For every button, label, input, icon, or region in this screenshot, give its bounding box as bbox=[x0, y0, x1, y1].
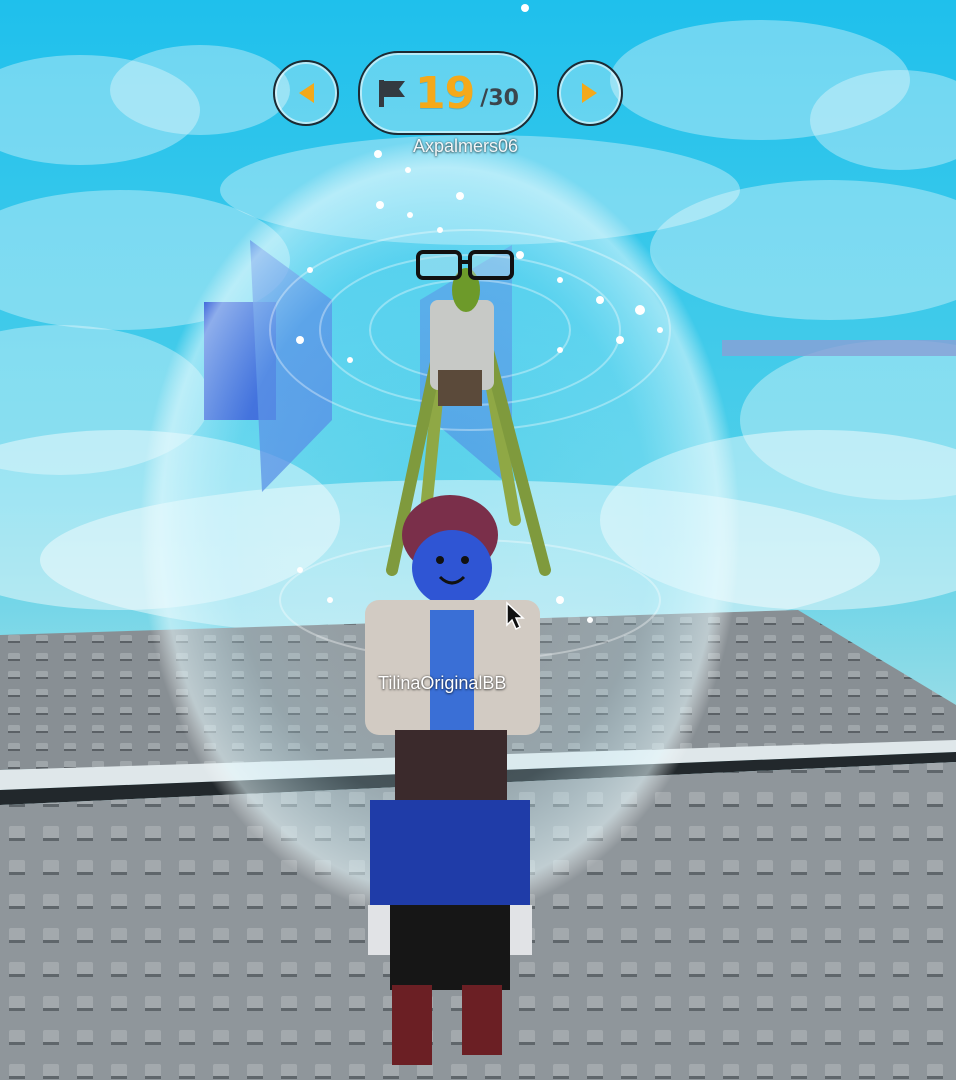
current-stage-number: 19 bbox=[415, 67, 475, 119]
checkpoint-flag-icon bbox=[379, 80, 406, 107]
total-stages: /30 bbox=[480, 85, 519, 111]
previous-stage-button[interactable] bbox=[273, 60, 339, 126]
arrow-left-icon bbox=[299, 83, 314, 103]
player-name-tag-main: TilinaOriginalBB bbox=[378, 673, 507, 693]
stage-counter: 19 /30 bbox=[358, 51, 538, 135]
game-viewport[interactable] bbox=[0, 0, 956, 1080]
arrow-right-icon bbox=[582, 83, 597, 103]
player-name-tag-top: Axpalmers06 bbox=[413, 136, 519, 156]
distant-platform bbox=[722, 340, 956, 356]
next-stage-button[interactable] bbox=[557, 60, 623, 126]
